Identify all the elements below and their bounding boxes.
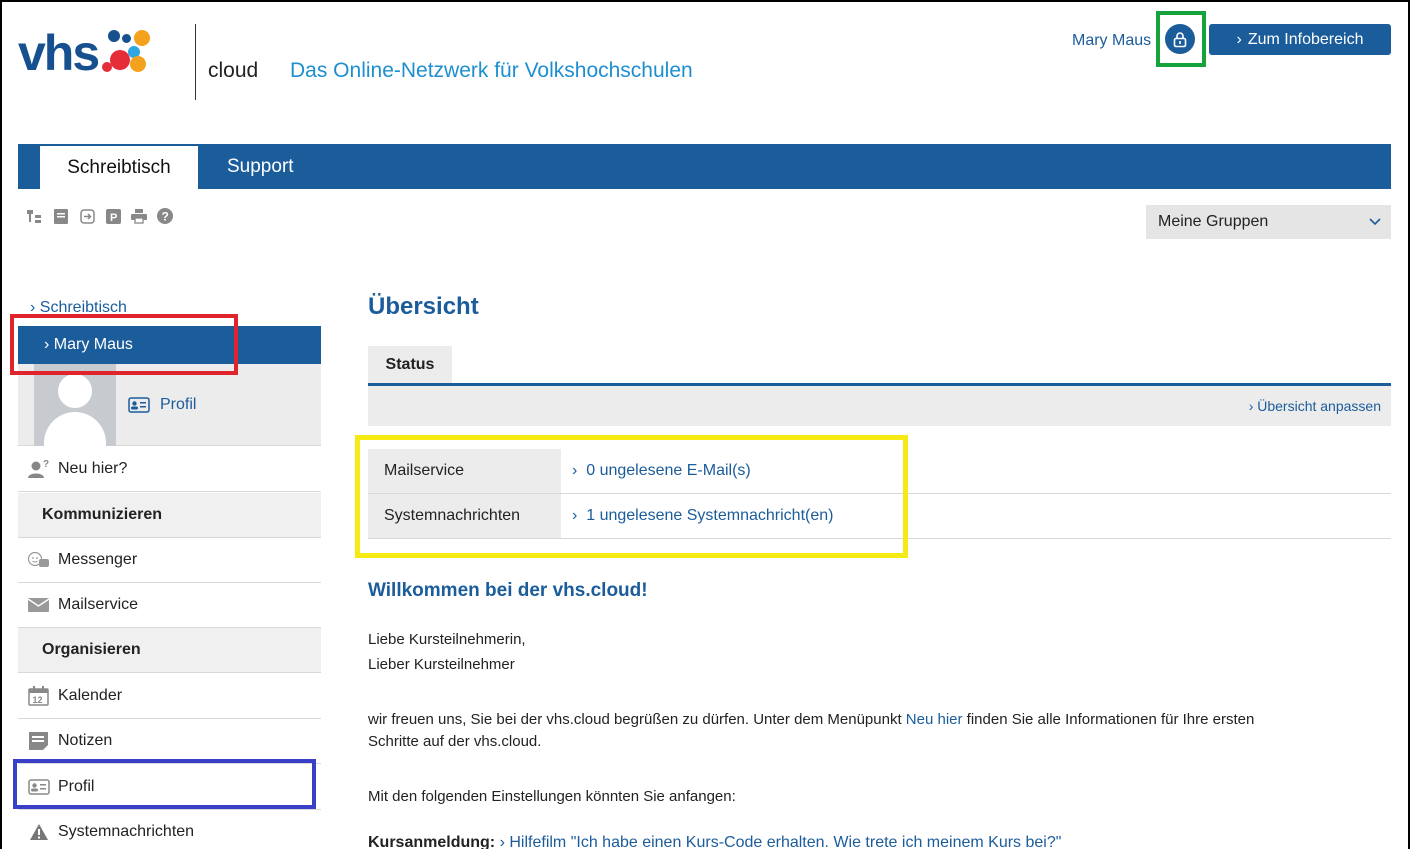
breadcrumb-schreibtisch[interactable]: › Schreibtisch [30, 299, 127, 317]
avatar[interactable] [34, 364, 116, 446]
print-icon[interactable] [130, 208, 148, 224]
vhs-logo[interactable]: vhs [18, 25, 154, 100]
logo-text: vhs [18, 25, 100, 81]
warning-icon [28, 822, 50, 842]
logout-lock-icon[interactable] [1165, 24, 1195, 54]
parking-icon[interactable]: P [104, 208, 122, 224]
note-icon [28, 731, 50, 751]
user-question-icon: ? [28, 459, 50, 479]
main-nav: Schreibtisch Support [18, 144, 1391, 189]
toolbar: P ? [26, 208, 174, 224]
page-title: Übersicht [368, 293, 479, 320]
tab-status[interactable]: Status [368, 346, 452, 384]
chevron-right-icon: › [1236, 30, 1242, 48]
infobereich-button[interactable]: › Zum Infobereich [1209, 24, 1391, 55]
tab-support[interactable]: Support [227, 156, 294, 178]
help-icon[interactable]: ? [156, 208, 174, 224]
sidebar-heading-organisieren: Organisieren [18, 628, 321, 673]
status-label: Systemnachrichten [368, 494, 561, 538]
greeting-line-2: Lieber Kursteilnehmer [368, 656, 515, 673]
neu-hier-link[interactable]: Neu hier [906, 711, 963, 728]
status-label: Mailservice [368, 449, 561, 493]
chevron-down-icon [1369, 218, 1381, 226]
svg-text:P: P [110, 212, 117, 224]
export-icon[interactable] [78, 208, 96, 224]
svg-text:?: ? [162, 210, 169, 224]
sidebar-item-mailservice[interactable]: Mailservice [18, 583, 321, 628]
status-toolbar: › Übersicht anpassen [368, 386, 1391, 426]
kursanmeldung-line: Kursanmeldung: › Hilfefilm "Ich habe ein… [368, 832, 1061, 849]
greeting-line-1: Liebe Kursteilnehmerin, [368, 631, 526, 648]
profile-card: Profil [18, 364, 321, 446]
kurs-code-help-link[interactable]: › Hilfefilm "Ich habe einen Kurs-Code er… [500, 834, 1062, 849]
unread-mail-link[interactable]: › 0 ungelesene E-Mail(s) [572, 449, 751, 493]
sidebar-item-messenger[interactable]: Messenger [18, 538, 321, 583]
avatar-profile-link[interactable]: Profil [128, 396, 196, 414]
tab-schreibtisch[interactable]: Schreibtisch [40, 146, 198, 189]
page-frame: vhs cloud Das Online-Netzwerk für Volksh… [0, 0, 1410, 849]
sidebar-item-mary-maus[interactable]: › Mary Maus [18, 326, 321, 364]
sitemap-icon[interactable] [26, 208, 44, 224]
profile-card-icon [28, 777, 50, 797]
status-row-systemnachrichten: Systemnachrichten › 1 ungelesene Systemn… [368, 494, 1391, 539]
sidebar-item-neu-hier[interactable]: ? Neu hier? [18, 447, 321, 492]
kursanmeldung-label: Kursanmeldung: [368, 834, 496, 849]
mail-icon [28, 595, 50, 615]
header-user-name[interactable]: Mary Maus [1072, 32, 1151, 50]
sidebar-item-systemnachrichten[interactable]: Systemnachrichten [18, 810, 321, 849]
note-icon[interactable] [52, 208, 70, 224]
group-select-value: Meine Gruppen [1158, 213, 1269, 230]
welcome-heading: Willkommen bei der vhs.cloud! [368, 580, 648, 601]
unread-system-messages-link[interactable]: › 1 ungelesene Systemnachricht(en) [572, 494, 833, 538]
sidebar-heading-kommunizieren: Kommunizieren [18, 493, 321, 538]
svg-text:?: ? [43, 459, 49, 470]
tagline: Das Online-Netzwerk für Volkshochschulen [290, 59, 693, 82]
svg-text:12: 12 [33, 695, 43, 705]
intro-paragraph: wir freuen uns, Sie bei der vhs.cloud be… [368, 711, 1255, 750]
logo-suffix: cloud [208, 59, 259, 82]
sidebar-item-kalender[interactable]: 12 Kalender [18, 674, 321, 719]
logo-divider [195, 24, 196, 100]
infobereich-button-label: Zum Infobereich [1247, 30, 1364, 48]
sidebar-item-profil[interactable]: Profil [18, 765, 321, 810]
messenger-icon [28, 550, 50, 570]
status-row-mailservice: Mailservice › 0 ungelesene E-Mail(s) [368, 449, 1391, 494]
settings-intro: Mit den folgenden Einstellungen könnten … [368, 788, 736, 805]
logo-dots-icon [102, 30, 154, 82]
adjust-overview-link[interactable]: › Übersicht anpassen [1249, 398, 1381, 414]
profile-card-icon [128, 397, 150, 413]
group-select[interactable]: Meine Gruppen [1146, 205, 1391, 239]
calendar-icon: 12 [28, 686, 50, 706]
sidebar-item-notizen[interactable]: Notizen [18, 719, 321, 764]
